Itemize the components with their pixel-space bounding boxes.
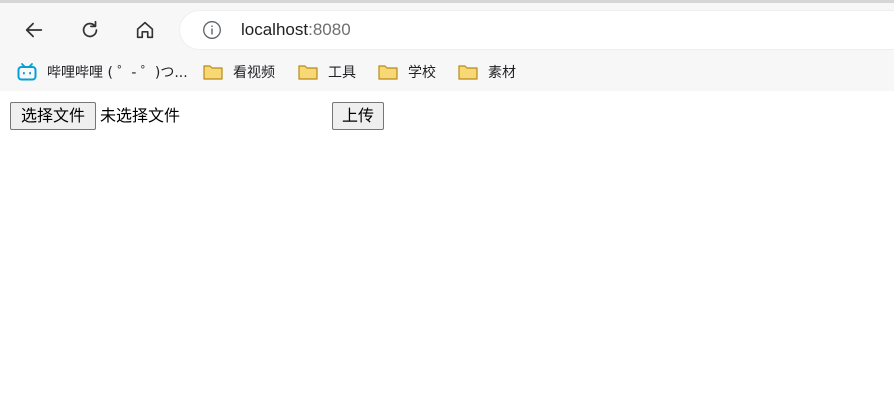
bookmark-folder-tools[interactable]: 工具 xyxy=(297,59,356,85)
folder-icon xyxy=(457,62,479,82)
bookmark-label: 哔哩哔哩 ( ゜- ゜)つ... xyxy=(47,65,188,81)
bookmark-label: 看视频 xyxy=(233,65,275,81)
bilibili-icon xyxy=(16,62,38,82)
home-icon xyxy=(136,21,154,39)
address-bar[interactable]: localhost:8080 xyxy=(180,11,894,49)
bookmark-label: 工具 xyxy=(328,65,356,81)
folder-icon xyxy=(202,62,224,82)
bookmark-folder-school[interactable]: 学校 xyxy=(377,59,436,85)
folder-icon xyxy=(297,62,319,82)
reload-icon xyxy=(82,20,98,38)
bookmark-bilibili[interactable]: 哔哩哔哩 ( ゜- ゜)つ... xyxy=(16,59,188,85)
choose-file-button[interactable]: 选择文件 xyxy=(10,102,96,130)
folder-icon xyxy=(377,62,399,82)
bookmark-label: 素材 xyxy=(488,65,516,81)
bookmark-label: 学校 xyxy=(408,65,436,81)
page-content: 选择文件 未选择文件 上传 xyxy=(0,91,894,416)
bookmark-folder-video[interactable]: 看视频 xyxy=(202,59,275,85)
url-host: localhost xyxy=(241,20,309,39)
file-status-text: 未选择文件 xyxy=(100,106,181,125)
bookmark-folder-material[interactable]: 素材 xyxy=(457,59,516,85)
bookmarks-bar: 哔哩哔哩 ( ゜- ゜)つ... 看视频 工具 学校 素材 xyxy=(0,57,894,87)
navigation-bar: localhost:8080 xyxy=(0,6,894,52)
reload-button[interactable] xyxy=(73,13,107,47)
url-port: :8080 xyxy=(308,20,351,39)
url-text[interactable]: localhost:8080 xyxy=(241,19,351,41)
home-button[interactable] xyxy=(128,13,162,47)
back-arrow-icon xyxy=(25,22,43,38)
back-button[interactable] xyxy=(17,13,51,47)
upload-button[interactable]: 上传 xyxy=(332,102,384,130)
info-icon[interactable] xyxy=(202,20,222,40)
browser-chrome: localhost:8080 哔哩哔哩 ( ゜- ゜)つ... 看视频 工具 学… xyxy=(0,0,894,94)
